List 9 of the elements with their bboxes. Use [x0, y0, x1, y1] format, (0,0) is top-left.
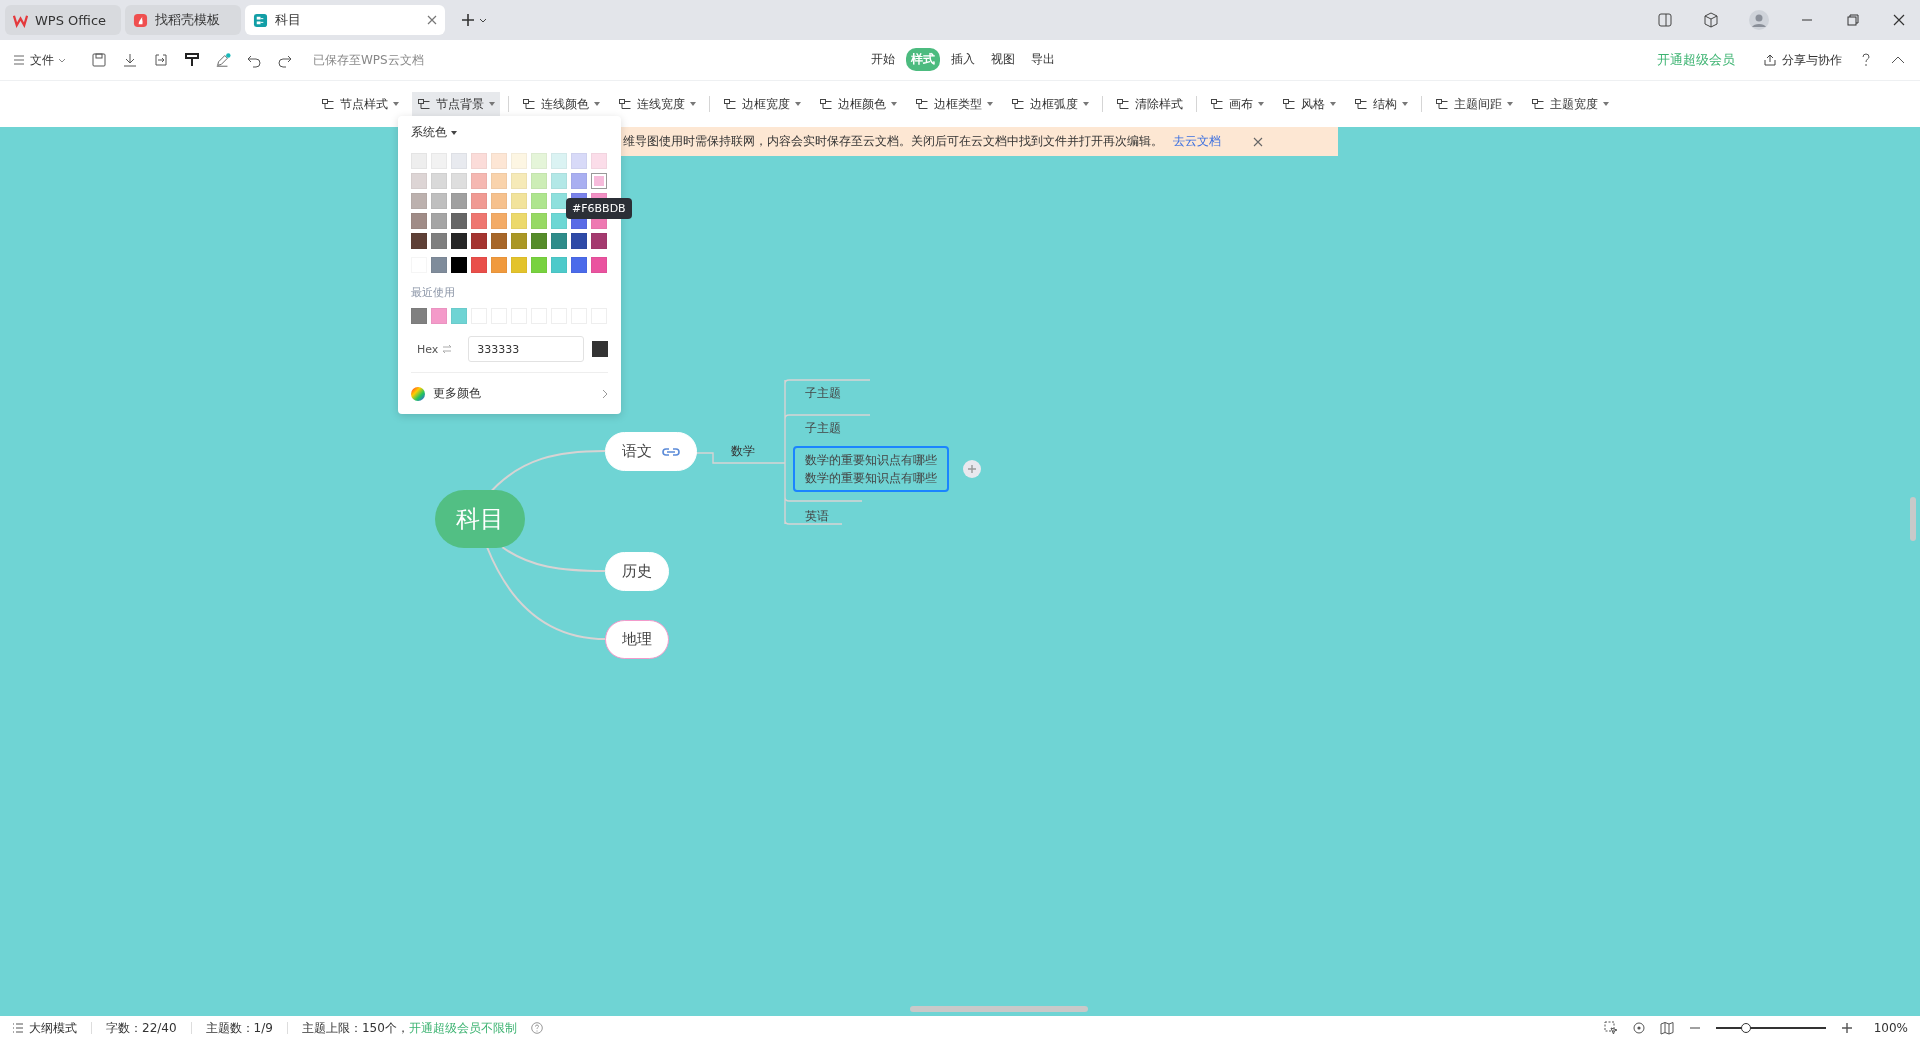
save-status: 已保存至WPS云文档 [313, 51, 424, 69]
notice-text: 维导图使用时需保持联网，内容会实时保存至云文档。关闭后可在云文档中找到文件并打开再次编辑。 [623, 133, 1163, 150]
recent-colors-label: 最近使用 [411, 285, 456, 300]
hex-label: Hex [417, 342, 439, 356]
word-count: 字数：22/40 [106, 1019, 177, 1037]
topic-limit: 主题上限：150个， [301, 1019, 409, 1037]
zoom-reading: 100% [1873, 1021, 1908, 1035]
topic-count: 主题数：1/9 [205, 1019, 273, 1037]
color-tooltip: #F6BBDB [566, 198, 632, 219]
